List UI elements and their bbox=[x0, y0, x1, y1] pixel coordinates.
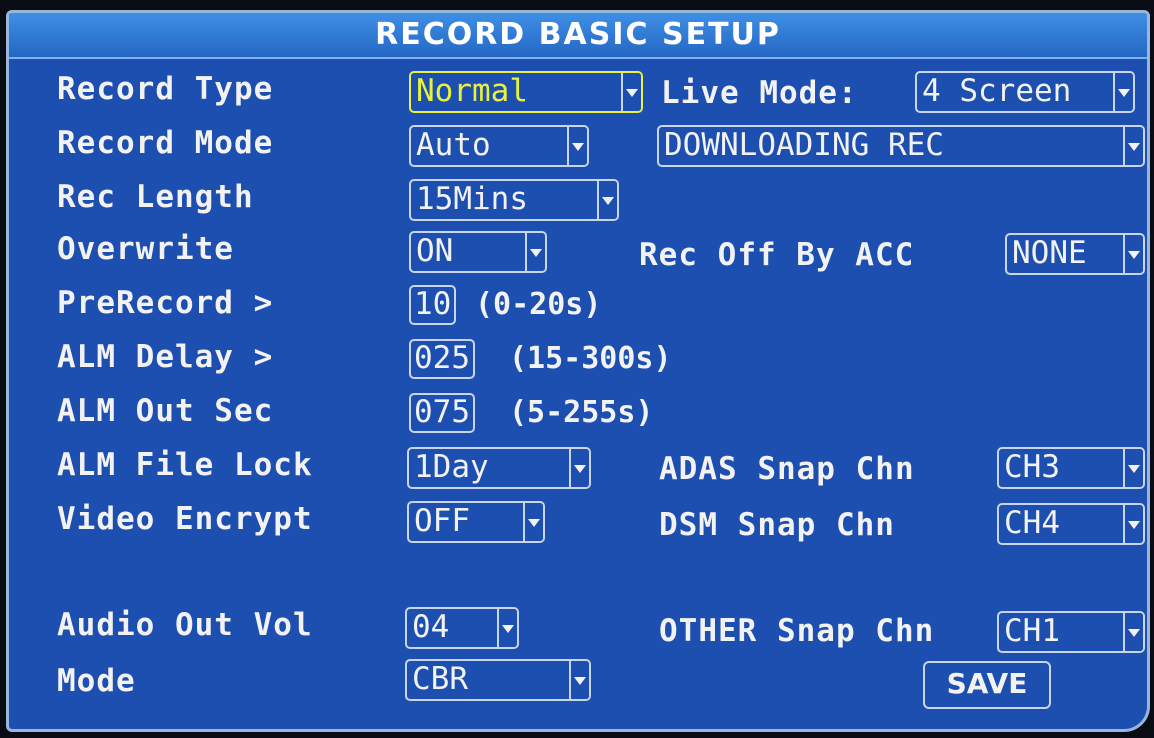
chevron-down-icon bbox=[1123, 127, 1143, 165]
chevron-down-icon bbox=[621, 73, 641, 111]
chevron-down-icon bbox=[523, 503, 543, 541]
alm-delay-label: ALM Delay > bbox=[57, 339, 274, 375]
other-snap-chn-select[interactable]: CH1 bbox=[997, 611, 1145, 653]
chevron-down-icon bbox=[1123, 505, 1143, 543]
adas-snap-chn-label: ADAS Snap Chn bbox=[659, 451, 915, 487]
rec-length-value: 15Mins bbox=[416, 181, 528, 217]
save-button[interactable]: SAVE bbox=[923, 661, 1051, 709]
alm-file-lock-value: 1Day bbox=[414, 449, 489, 485]
chevron-down-icon bbox=[567, 127, 587, 165]
other-snap-chn-label: OTHER Snap Chn bbox=[659, 613, 935, 649]
chevron-down-icon bbox=[569, 449, 589, 487]
dsm-snap-chn-label: DSM Snap Chn bbox=[659, 507, 895, 543]
chevron-down-icon bbox=[569, 661, 589, 699]
audio-out-vol-value: 04 bbox=[412, 609, 450, 645]
rec-length-select[interactable]: 15Mins bbox=[409, 179, 619, 221]
chevron-down-icon bbox=[1123, 235, 1143, 273]
rec-off-by-acc-select[interactable]: NONE bbox=[1005, 233, 1145, 275]
record-mode-select[interactable]: Auto bbox=[409, 125, 589, 167]
video-encrypt-select[interactable]: OFF bbox=[407, 501, 545, 543]
mode-value: CBR bbox=[412, 661, 468, 697]
dsm-snap-chn-value: CH4 bbox=[1004, 505, 1060, 541]
live-mode-label: Live Mode: bbox=[661, 75, 858, 111]
alm-file-lock-label: ALM File Lock bbox=[57, 447, 313, 483]
video-encrypt-value: OFF bbox=[414, 503, 470, 539]
video-encrypt-label: Video Encrypt bbox=[57, 501, 313, 537]
record-type-value: Normal bbox=[416, 73, 528, 109]
prerecord-input[interactable]: 10 bbox=[409, 285, 457, 325]
alm-out-sec-input[interactable]: 075 bbox=[409, 393, 475, 433]
alm-out-sec-range: (5-255s) bbox=[509, 395, 654, 430]
alm-delay-input[interactable]: 025 bbox=[409, 339, 475, 379]
prerecord-label: PreRecord > bbox=[57, 285, 274, 321]
mode-label: Mode bbox=[57, 663, 136, 699]
adas-snap-chn-value: CH3 bbox=[1004, 449, 1060, 485]
alm-delay-range: (15-300s) bbox=[509, 341, 672, 376]
live-mode-value: 4 Screen bbox=[922, 73, 1072, 109]
record-basic-setup-panel: RECORD BASIC SETUP Record Type Normal Li… bbox=[6, 10, 1150, 732]
chevron-down-icon bbox=[525, 233, 545, 271]
page-title: RECORD BASIC SETUP bbox=[375, 17, 781, 52]
overwrite-value: ON bbox=[416, 233, 454, 269]
alm-out-sec-label: ALM Out Sec bbox=[57, 393, 274, 429]
dsm-snap-chn-select[interactable]: CH4 bbox=[997, 503, 1145, 545]
record-type-select[interactable]: Normal bbox=[409, 71, 643, 113]
mode-select[interactable]: CBR bbox=[405, 659, 591, 701]
audio-out-vol-select[interactable]: 04 bbox=[405, 607, 519, 649]
overwrite-select[interactable]: ON bbox=[409, 231, 547, 273]
record-type-label: Record Type bbox=[57, 71, 274, 107]
other-snap-chn-value: CH1 bbox=[1004, 613, 1060, 649]
overwrite-label: Overwrite bbox=[57, 231, 234, 267]
chevron-down-icon bbox=[597, 181, 617, 219]
chevron-down-icon bbox=[497, 609, 517, 647]
chevron-down-icon bbox=[1113, 73, 1133, 111]
chevron-down-icon bbox=[1123, 449, 1143, 487]
adas-snap-chn-select[interactable]: CH3 bbox=[997, 447, 1145, 489]
rec-off-by-acc-value: NONE bbox=[1012, 235, 1087, 271]
record-mode-option-value: DOWNLOADING REC bbox=[664, 127, 944, 163]
record-mode-value: Auto bbox=[416, 127, 491, 163]
rec-off-by-acc-label: Rec Off By ACC bbox=[639, 237, 915, 273]
record-mode-label: Record Mode bbox=[57, 125, 274, 161]
live-mode-select[interactable]: 4 Screen bbox=[915, 71, 1135, 113]
chevron-down-icon bbox=[1123, 613, 1143, 651]
audio-out-vol-label: Audio Out Vol bbox=[57, 607, 313, 643]
prerecord-range: (0-20s) bbox=[475, 287, 602, 322]
record-mode-option-select[interactable]: DOWNLOADING REC bbox=[657, 125, 1145, 167]
alm-file-lock-select[interactable]: 1Day bbox=[407, 447, 591, 489]
rec-length-label: Rec Length bbox=[57, 179, 254, 215]
title-bar: RECORD BASIC SETUP bbox=[9, 13, 1147, 59]
